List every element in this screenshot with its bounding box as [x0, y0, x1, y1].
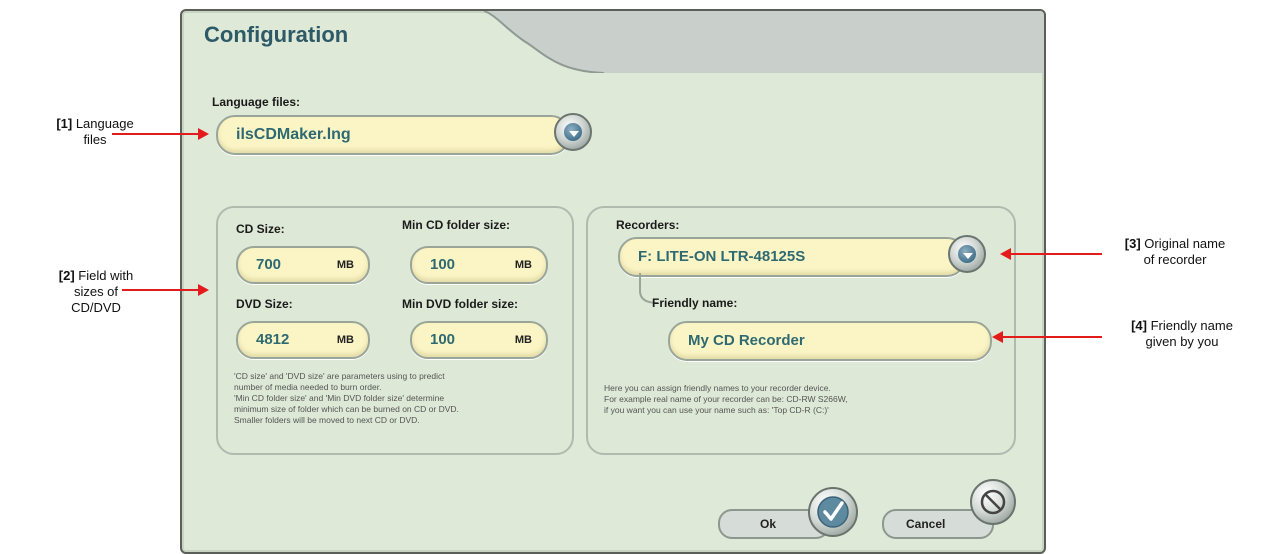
language-dropdown-button[interactable]	[554, 113, 592, 151]
recorders-help-line: Here you can assign friendly names to yo…	[604, 383, 831, 393]
cd-size-unit: MB	[336, 259, 354, 271]
dvd-size-value: 4812	[256, 331, 290, 348]
language-file-select[interactable]: ilsCDMaker.lng	[216, 115, 570, 155]
sizes-help-line: number of media needed to burn order.	[234, 382, 382, 392]
sizes-help-line: minimum size of folder which can be burn…	[234, 404, 459, 414]
cd-size-value: 700	[256, 256, 282, 273]
dvd-size-field[interactable]: 4812 MB	[236, 321, 370, 359]
annotation-text: Original name	[1140, 236, 1226, 251]
dvd-size-unit: MB	[336, 334, 354, 346]
language-file-value: ilsCDMaker.lng	[236, 126, 351, 143]
annotation-arrow-3	[1010, 253, 1102, 255]
min-dvd-folder-size-unit: MB	[514, 334, 532, 346]
cd-size-field[interactable]: 700 MB	[236, 246, 370, 284]
ok-button-label: Ok	[760, 517, 777, 531]
recorders-help-line: if you want you can use your name such a…	[604, 405, 829, 415]
chevron-down-arrow	[569, 131, 579, 137]
annotation-arrow-4	[1002, 336, 1102, 338]
friendly-name-value: My CD Recorder	[688, 332, 805, 349]
recorder-value: F: LITE-ON LTR-48125S	[638, 248, 806, 265]
recorders-label: Recorders:	[616, 218, 680, 232]
language-files-label: Language files:	[212, 95, 301, 109]
min-dvd-folder-size-label: Min DVD folder size:	[402, 297, 519, 311]
cancel-round-button[interactable]	[970, 479, 1016, 525]
title-bar: Configuration	[182, 11, 1044, 73]
annotation-text: given by you	[1145, 334, 1219, 349]
annotation-arrowhead-1	[198, 128, 209, 140]
annotation-friendly-name: [4] Friendly name given by you	[1112, 318, 1252, 350]
check-icon	[817, 496, 849, 528]
annotation-text: Language	[72, 116, 134, 131]
min-dvd-folder-size-field[interactable]: 100 MB	[410, 321, 548, 359]
min-cd-folder-size-unit: MB	[514, 259, 532, 271]
annotation-arrowhead-2	[198, 284, 209, 296]
configuration-dialog: Configuration Language files: ilsCDMaker…	[180, 9, 1046, 554]
chevron-down-arrow	[963, 253, 973, 259]
sizes-help-line: 'CD size' and 'DVD size' are parameters …	[234, 371, 445, 381]
friendly-name-field[interactable]: My CD Recorder	[668, 321, 992, 361]
no-entry-icon	[980, 489, 1006, 515]
sizes-help-line: Smaller folders will be moved to next CD…	[234, 415, 420, 425]
annotation-tag: [1]	[56, 116, 73, 131]
recorders-help-line: For example real name of your recorder c…	[604, 394, 848, 404]
annotation-tag: [2]	[58, 268, 75, 283]
min-cd-folder-size-value: 100	[430, 256, 456, 273]
min-dvd-folder-size-value: 100	[430, 331, 456, 348]
annotation-text: of recorder	[1143, 252, 1207, 267]
recorder-select[interactable]: F: LITE-ON LTR-48125S	[618, 237, 966, 277]
ok-round-button[interactable]	[808, 487, 858, 537]
annotation-tag: [3]	[1124, 236, 1141, 251]
min-cd-folder-size-field[interactable]: 100 MB	[410, 246, 548, 284]
title-bar-decoration	[484, 11, 1044, 73]
cd-size-label: CD Size:	[236, 222, 285, 236]
annotation-text: Field with	[74, 268, 134, 283]
sizes-help-text: 'CD size' and 'DVD size' are parameters …	[234, 371, 564, 426]
recorders-help-text: Here you can assign friendly names to yo…	[604, 383, 994, 416]
dialog-title: Configuration	[204, 22, 349, 47]
recorder-dropdown-button[interactable]	[948, 235, 986, 273]
min-cd-folder-size-label: Min CD folder size:	[402, 218, 511, 232]
friendly-name-label: Friendly name:	[652, 296, 738, 310]
annotation-arrow-2	[122, 289, 200, 291]
annotation-language-files: [1] Language files	[40, 116, 150, 148]
annotation-tag: [4]	[1131, 318, 1147, 333]
annotation-text: Friendly name	[1146, 318, 1233, 333]
sizes-help-line: 'Min CD folder size' and 'Min DVD folder…	[234, 393, 445, 403]
annotation-original-recorder-name: [3] Original name of recorder	[1110, 236, 1240, 268]
annotation-sizes-field: [2] Field with sizes of CD/DVD	[36, 268, 156, 316]
cancel-button-label: Cancel	[906, 517, 946, 531]
annotation-text: sizes of	[73, 284, 119, 299]
dvd-size-label: DVD Size:	[236, 297, 293, 311]
annotation-text: CD/DVD	[71, 300, 121, 315]
annotation-arrow-1	[112, 133, 200, 135]
